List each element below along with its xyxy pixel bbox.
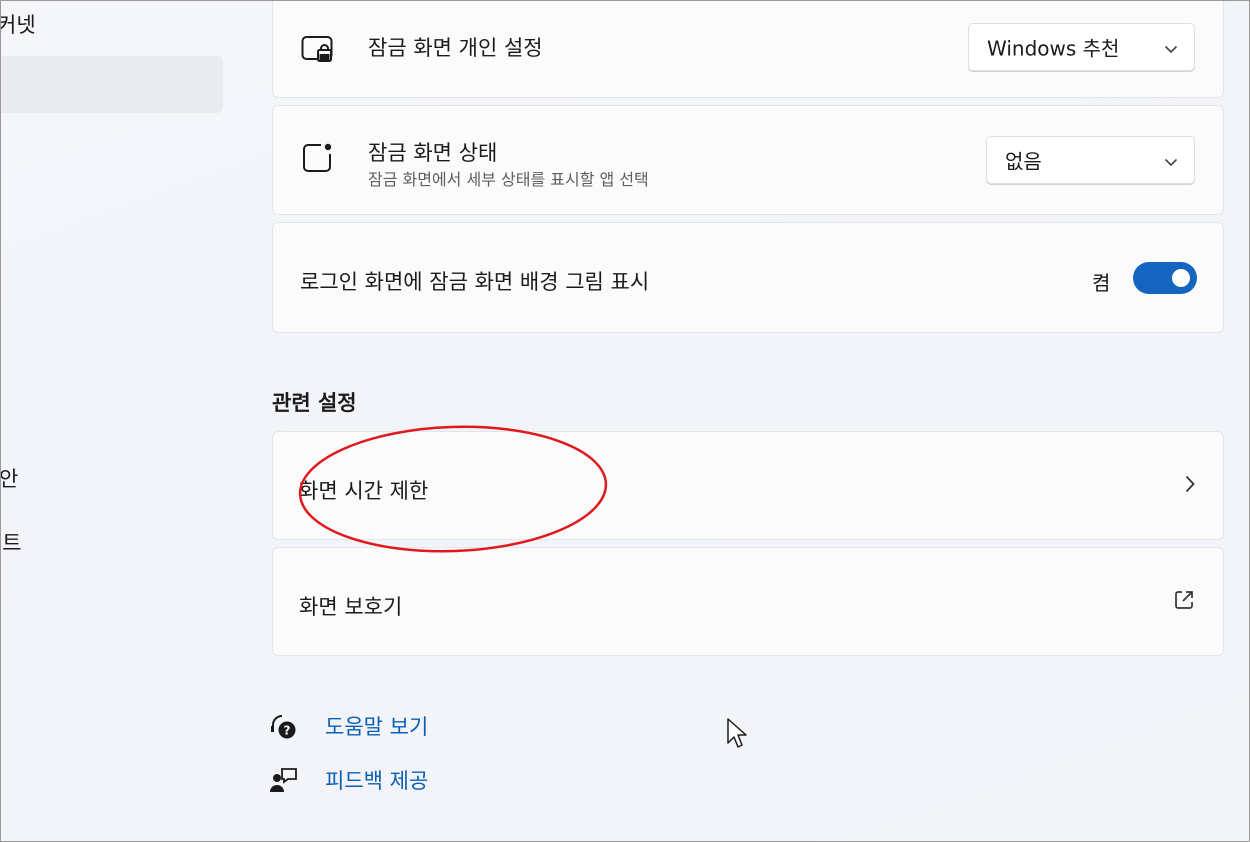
related-settings-heading: 관련 설정	[272, 391, 357, 415]
row-label: 화면 보호기	[299, 595, 403, 619]
card-title: 잠금 화면 상태	[368, 141, 498, 165]
dropdown-value: 없음	[1005, 149, 1042, 174]
signin-background-card: 로그인 화면에 잠금 화면 배경 그림 표시 켬	[272, 222, 1224, 333]
sidebar-selected-item[interactable]	[1, 56, 223, 113]
feedback-link-label[interactable]: 피드백 제공	[325, 765, 428, 795]
lock-screen-icon	[301, 35, 335, 69]
sidebar-item-partial[interactable]: |트	[1, 527, 21, 557]
sidebar-item-partial[interactable]: 안	[1, 463, 18, 493]
external-link-icon	[1173, 589, 1195, 615]
help-link[interactable]: ? 도움말 보기	[269, 709, 469, 743]
lock-screen-personalize-dropdown[interactable]: Windows 추천	[968, 23, 1195, 71]
lock-screen-status-card[interactable]: 잠금 화면 상태 잠금 화면에서 세부 상태를 표시할 앱 선택 없음	[272, 105, 1224, 215]
card-description: 잠금 화면에서 세부 상태를 표시할 앱 선택	[368, 170, 649, 189]
mouse-cursor-icon	[727, 718, 747, 748]
row-label: 화면 시간 제한	[299, 479, 429, 503]
chevron-down-icon	[1164, 148, 1178, 172]
settings-window: 커넷 안 |트 잠금 화면 개인 설정 Windows 추천	[0, 0, 1250, 842]
card-title: 로그인 화면에 잠금 화면 배경 그림 표시	[300, 270, 650, 294]
sidebar-item-partial[interactable]: 커넷	[1, 9, 36, 39]
lock-screen-status-dropdown[interactable]: 없음	[986, 136, 1195, 184]
feedback-link[interactable]: 피드백 제공	[269, 763, 469, 797]
lock-screen-personalize-card[interactable]: 잠금 화면 개인 설정 Windows 추천	[272, 1, 1224, 98]
help-icon: ?	[269, 712, 299, 746]
signin-background-toggle[interactable]	[1133, 262, 1197, 294]
dropdown-value: Windows 추천	[987, 36, 1120, 61]
toggle-state-label: 켬	[1092, 271, 1111, 295]
chevron-down-icon	[1164, 35, 1178, 59]
screen-saver-row[interactable]: 화면 보호기	[272, 547, 1224, 656]
feedback-icon	[269, 766, 299, 800]
screen-timeout-row[interactable]: 화면 시간 제한	[272, 431, 1224, 540]
toggle-knob	[1172, 269, 1190, 287]
card-title: 잠금 화면 개인 설정	[368, 36, 543, 60]
status-icon	[301, 142, 333, 178]
svg-text:?: ?	[284, 724, 291, 738]
chevron-right-icon	[1185, 475, 1195, 497]
help-link-label[interactable]: 도움말 보기	[325, 711, 428, 741]
